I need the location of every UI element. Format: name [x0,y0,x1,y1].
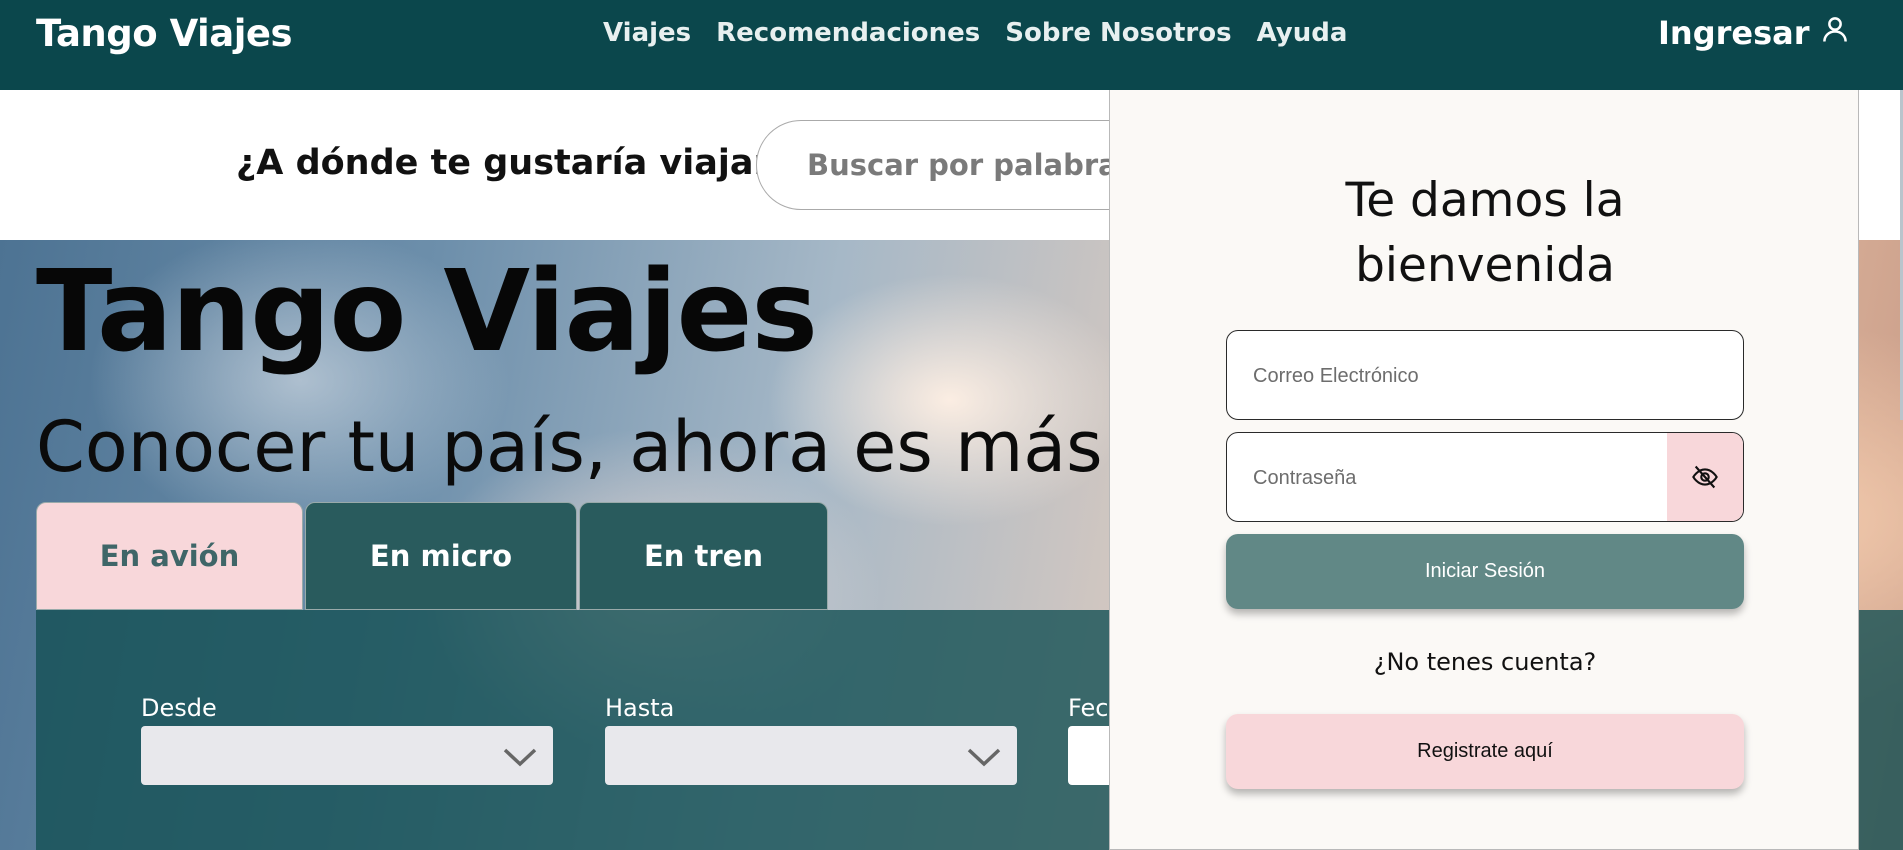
password-input[interactable] [1251,433,1655,523]
chevron-down-icon [503,748,537,767]
login-button[interactable]: Ingresar [1658,14,1850,52]
nav-link-sobre-nosotros[interactable]: Sobre Nosotros [1005,18,1231,48]
transport-tabs: En avión En micro En tren [36,502,828,610]
from-select[interactable] [141,726,553,785]
email-field [1226,330,1744,421]
toggle-password-button[interactable] [1667,433,1743,521]
login-label: Ingresar [1658,14,1810,52]
eye-off-icon [1692,465,1718,489]
welcome-line-1: Te damos la [1345,173,1625,228]
tab-avion[interactable]: En avión [36,502,303,610]
welcome-line-2: bienvenida [1355,238,1615,293]
from-label: Desde [141,694,217,722]
chevron-down-icon [967,748,1001,767]
user-icon [1820,14,1850,52]
login-submit-button[interactable]: Iniciar Sesión [1226,534,1744,609]
login-panel: Te damos la bienvenida Iniciar Sesión ¿N… [1109,90,1859,850]
tab-micro[interactable]: En micro [305,502,577,610]
password-field [1226,432,1744,523]
nav-link-viajes[interactable]: Viajes [603,18,691,48]
register-button[interactable]: Registrate aquí [1226,714,1744,789]
to-label: Hasta [605,694,675,722]
nav-link-recomendaciones[interactable]: Recomendaciones [716,18,980,48]
hero-subtitle: Conocer tu país, ahora es más fá [36,406,1193,488]
search-question: ¿A dónde te gustaría viajar? [236,143,792,183]
welcome-heading: Te damos la bienvenida [1110,168,1860,298]
email-input[interactable] [1251,331,1655,421]
hero-title: Tango Viajes [36,247,818,377]
top-navbar: Tango Viajes Viajes Recomendaciones Sobr… [0,0,1903,90]
to-select[interactable] [605,726,1017,785]
nav-link-ayuda[interactable]: Ayuda [1257,18,1348,48]
tab-tren[interactable]: En tren [579,502,828,610]
no-account-text: ¿No tenes cuenta? [1373,648,1597,676]
main-nav: Viajes Recomendaciones Sobre Nosotros Ay… [603,18,1347,48]
brand-logo[interactable]: Tango Viajes [36,12,293,55]
